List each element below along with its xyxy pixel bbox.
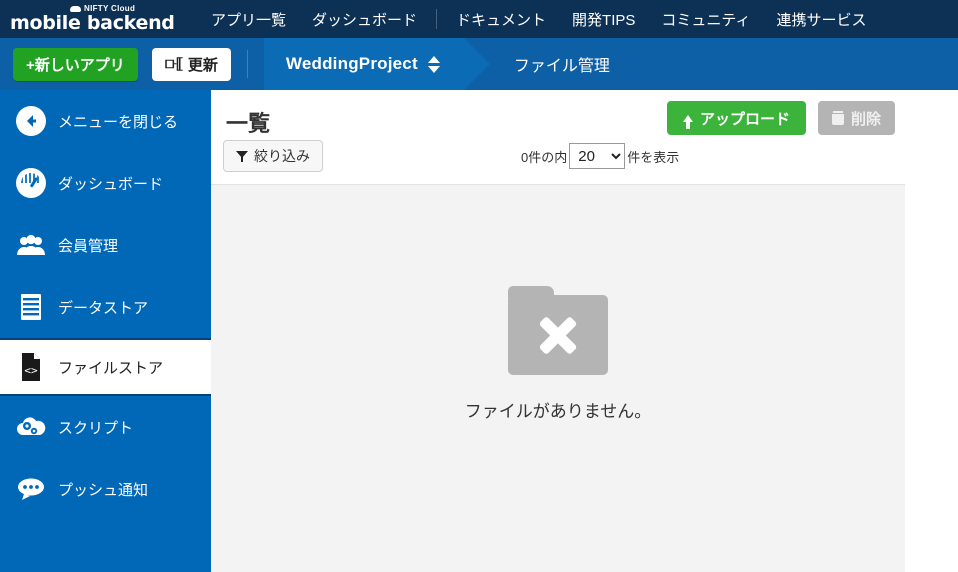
rows-per-page-select[interactable]: 20 bbox=[569, 143, 626, 169]
brand-main-text: mobile backend bbox=[10, 12, 175, 34]
file-list-card: 一覧 アップロード 削除 絞り込み 0件の内 20 件を表示 ファイルがありませ… bbox=[211, 90, 905, 572]
sidebar-label-close-menu: メニューを閉じる bbox=[58, 113, 179, 131]
filter-label: 絞り込み bbox=[254, 148, 310, 164]
header-actions: アップロード 削除 bbox=[666, 101, 895, 135]
sidebar-label-push: プッシュ通知 bbox=[58, 481, 149, 499]
refresh-button[interactable]: ⟥⟦ 更新 bbox=[151, 47, 231, 81]
trash-icon bbox=[831, 111, 844, 125]
database-icon bbox=[12, 288, 50, 326]
breadcrumb-current: ファイル管理 bbox=[513, 58, 610, 75]
nav-divider bbox=[436, 9, 438, 29]
sidebar-item-push[interactable]: プッシュ通知 bbox=[0, 458, 211, 520]
filter-button[interactable]: 絞り込み bbox=[223, 140, 323, 172]
sidebar-label-filestore: ファイルストア bbox=[58, 359, 164, 377]
brand-logo[interactable]: NIFTY Cloud mobile backend bbox=[0, 5, 180, 33]
sidebar-item-close-menu[interactable]: メニューを閉じる bbox=[0, 90, 211, 152]
upload-label: アップロード bbox=[699, 110, 790, 128]
back-arrow-circle-icon bbox=[12, 102, 50, 140]
toolbar-divider bbox=[246, 50, 248, 78]
upload-arrow-icon bbox=[682, 114, 693, 129]
sidebar-label-members: 会員管理 bbox=[58, 237, 119, 255]
sidebar-item-script[interactable]: スクリプト bbox=[0, 396, 211, 458]
nav-item-community[interactable]: コミュニティ bbox=[648, 9, 763, 30]
up-down-arrows-icon bbox=[427, 55, 440, 73]
nav-item-partner-services[interactable]: 連携サービス bbox=[764, 9, 880, 30]
refresh-label: 更新 bbox=[187, 56, 218, 74]
row-count-control: 0件の内 20 件を表示 bbox=[521, 143, 679, 169]
new-app-button[interactable]: +新しいアプリ bbox=[13, 47, 138, 81]
people-icon bbox=[12, 226, 50, 264]
sidebar-label-datastore: データストア bbox=[58, 299, 149, 317]
nav-item-document[interactable]: ドキュメント bbox=[443, 9, 559, 30]
gauge-icon bbox=[12, 164, 50, 202]
sidebar-item-filestore[interactable]: <> ファイルストア bbox=[0, 338, 211, 396]
project-name: WeddingProject bbox=[285, 54, 418, 73]
funnel-icon bbox=[236, 150, 248, 162]
count-prefix-label: 0件の内 bbox=[521, 149, 568, 165]
sidebar-item-members[interactable]: 会員管理 bbox=[0, 214, 211, 276]
app-toolbar: +新しいアプリ ⟥⟦ 更新 WeddingProject ファイル管理 bbox=[0, 38, 958, 90]
sidebar-item-dashboard[interactable]: ダッシュボード bbox=[0, 152, 211, 214]
main-content: 一覧 アップロード 削除 絞り込み 0件の内 20 件を表示 ファイルがありませ… bbox=[211, 90, 958, 572]
chat-bubble-icon bbox=[12, 470, 50, 508]
app-window: NIFTY Cloud mobile backend アプリ一覧 ダッシュボード… bbox=[0, 0, 958, 572]
project-selector[interactable]: WeddingProject bbox=[263, 38, 490, 90]
upload-button[interactable]: アップロード bbox=[666, 101, 806, 135]
global-header: NIFTY Cloud mobile backend アプリ一覧 ダッシュボード… bbox=[0, 0, 958, 38]
delete-label: 削除 bbox=[850, 110, 881, 128]
svg-text:<>: <> bbox=[24, 364, 38, 377]
nav-item-devtips[interactable]: 開発TIPS bbox=[559, 9, 648, 30]
nav-item-apps[interactable]: アプリ一覧 bbox=[198, 9, 299, 30]
sidebar-label-script: スクリプト bbox=[58, 419, 134, 437]
sidebar: メニューを閉じる ダッシュボード 会員管理 データストア <> ファイルストア … bbox=[0, 90, 211, 572]
nav-item-dashboard[interactable]: ダッシュボード bbox=[299, 9, 430, 30]
sidebar-label-dashboard: ダッシュボード bbox=[58, 175, 164, 193]
folder-x-icon bbox=[508, 286, 608, 375]
file-code-icon: <> bbox=[12, 348, 50, 386]
count-suffix-label: 件を表示 bbox=[627, 149, 680, 165]
card-header: 一覧 アップロード 削除 絞り込み 0件の内 20 件を表示 bbox=[211, 90, 905, 185]
cloud-gear-icon bbox=[12, 408, 50, 446]
global-nav: アプリ一覧 ダッシュボード ドキュメント 開発TIPS コミュニティ 連携サービ… bbox=[198, 0, 880, 38]
empty-state-text: ファイルがありません。 bbox=[464, 402, 652, 421]
file-list-body: ファイルがありません。 bbox=[211, 185, 905, 572]
sidebar-item-datastore[interactable]: データストア bbox=[0, 276, 211, 338]
refresh-icon: ⟥⟦ bbox=[164, 55, 183, 72]
filter-row: 絞り込み 0件の内 20 件を表示 bbox=[211, 133, 905, 185]
delete-button[interactable]: 削除 bbox=[817, 101, 895, 135]
empty-state: ファイルがありません。 bbox=[211, 286, 905, 422]
